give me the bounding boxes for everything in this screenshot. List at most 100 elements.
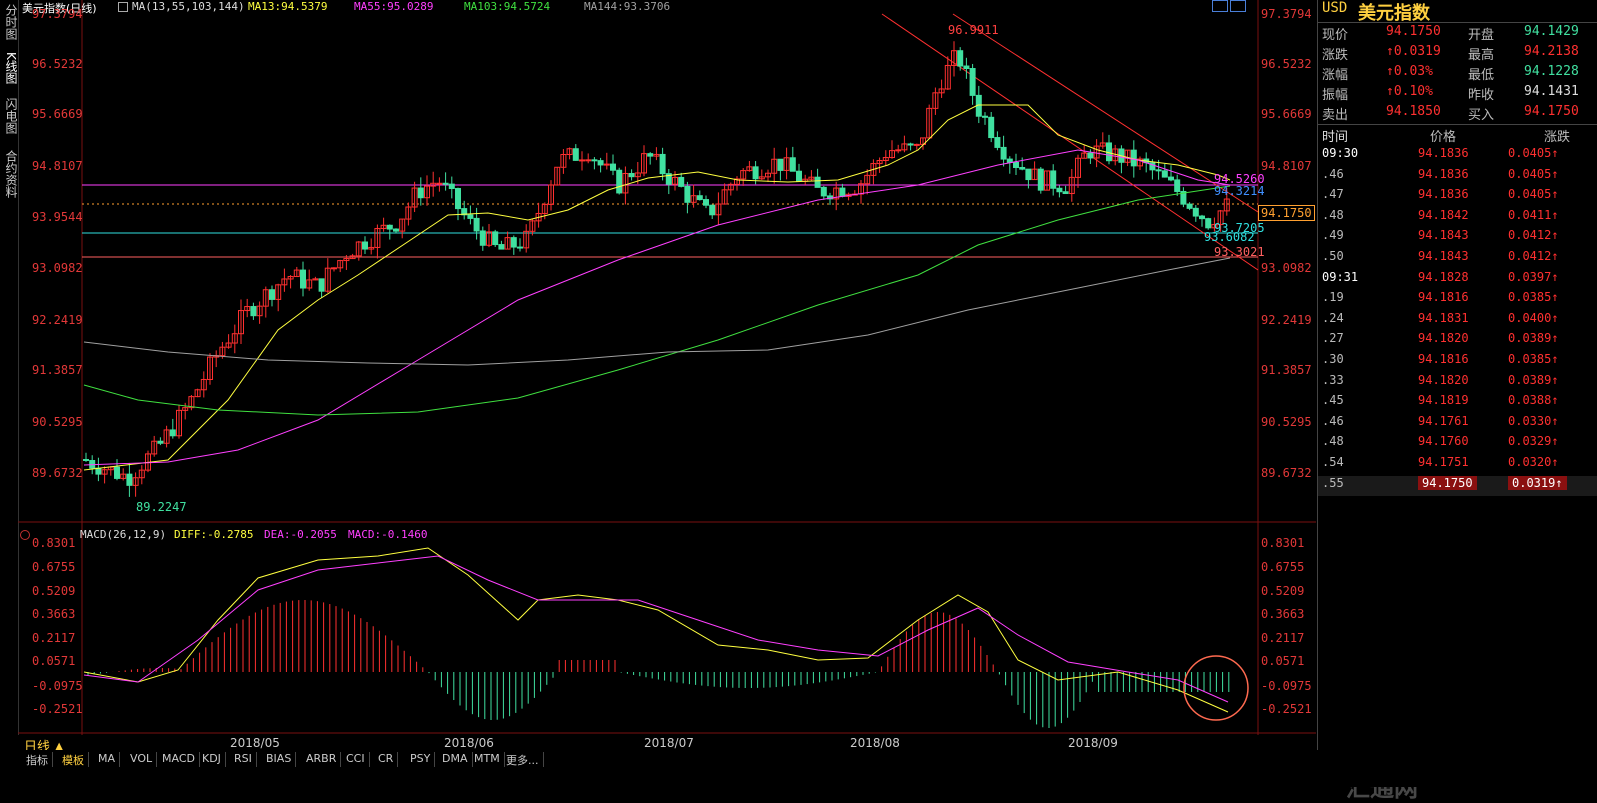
tick-price: 94.1836 [1418,166,1469,181]
tick-time: .45 [1322,393,1344,408]
candle-body [703,199,709,206]
candle-body [647,153,654,157]
chart-canvas[interactable] [18,0,1316,735]
indicator-tab[interactable]: CR [374,752,399,767]
indicator-tab[interactable]: VOL [126,752,158,767]
tab-timeshare[interactable]: 分时图 [1,2,18,42]
tick-change: 0.0412↑ [1508,249,1559,263]
candle-body [752,166,759,180]
kline-chart[interactable]: 美元指数(日线) MA(13,55,103,144) MA13:94.5379 … [18,0,1425,802]
tick-time: .47 [1322,187,1344,202]
tick-header-price: 价格 [1430,130,1457,145]
candle-body [1192,207,1199,217]
settings-box-icon[interactable] [118,2,128,12]
tick-row: .55 94.1750 0.0319↑ [1318,475,1597,496]
indicator-tab[interactable]: ARBR [302,752,342,767]
macd-settings-icon[interactable] [20,530,30,540]
candle-body [331,267,337,270]
candle-body [684,185,691,203]
candle-body [709,204,716,216]
indicator-tab[interactable]: DMA [438,752,473,767]
level-94321-label: 94.3214 [1214,184,1265,198]
current-price-tag: 94.1750 [1258,205,1315,221]
tick-row: .19 94.1816 0.0385↑ [1318,290,1597,310]
macd-axis-label: 0.0571 [32,654,76,668]
x-label-jul: 2018/07 [644,736,694,750]
tick-price: 94.1828 [1418,269,1469,284]
macd-axis-label: 0.2117 [1261,631,1305,645]
candle-body [455,188,461,210]
restore-icon[interactable] [1212,0,1228,12]
indicator-tab[interactable]: KDJ [198,752,226,767]
quote-row: 现价 94.1750 开盘 94.1429 [1318,24,1597,44]
ma103-line [83,185,1231,416]
tick-price: 94.1816 [1418,352,1469,366]
indicator-tab[interactable]: RSI [230,752,257,767]
candle-body [591,159,598,162]
ma144-value: MA144:93.3706 [584,0,671,13]
tab-kline[interactable]: K线图 [1,48,18,88]
price-axis-label: 89.6732 [32,466,83,480]
indicator-tab[interactable]: MACD [158,752,200,767]
indicator-tab[interactable]: BIAS [262,752,297,767]
tick-price: 94.1751 [1418,455,1469,469]
candle-body [1037,168,1044,191]
indicator-tab[interactable]: PSY [406,752,436,767]
macd-axis-label: 0.0571 [1261,654,1305,668]
indicator-tab[interactable]: 指标 [22,752,53,767]
candle-body [492,231,499,246]
candle-body [1087,152,1094,159]
ma13-line [83,104,1231,471]
candle-body [318,278,325,292]
indicator-tab[interactable]: 更多... [502,752,544,767]
ma-params: MA(13,55,103,144) [132,0,245,13]
indicator-tab[interactable]: MTM [470,752,505,767]
maximize-icon[interactable] [1230,0,1246,12]
quote-label: 最高 [1468,48,1495,63]
macd-axis-label: 0.5209 [1261,584,1305,598]
candle-body [988,116,995,139]
tick-change: 0.0329↑ [1508,434,1559,449]
indicator-tab[interactable]: CCI [342,752,370,767]
macd-axis-label: -0.2521 [1261,702,1312,716]
candle-body [839,187,846,197]
macd-axis-label: -0.0975 [32,679,83,693]
candle-body [1174,179,1181,192]
tab-contract-info[interactable]: 合约资料 [1,146,18,202]
tick-row: .54 94.1751 0.0320↑ [1318,455,1597,475]
candle-body [442,182,449,185]
candle-body [678,176,685,187]
macd-axis-label: 0.8301 [32,536,76,550]
indicator-tab[interactable]: MA [94,752,121,767]
macd-axis-label: 0.6755 [32,560,76,574]
candle-body [479,230,486,246]
candle-body [393,228,399,232]
candle-body [616,169,623,194]
tick-price: 94.1842 [1418,207,1469,222]
tick-change: 0.0412↑ [1508,228,1559,243]
indicator-tab[interactable]: 模板 [58,752,89,767]
tick-time: .30 [1322,352,1344,366]
candle-body [417,187,424,199]
tick-row: .50 94.1843 0.0412↑ [1318,249,1597,269]
tick-time: .55 [1322,475,1344,490]
tick-row: .27 94.1820 0.0389↑ [1318,331,1597,351]
tick-price: 94.1750 [1418,475,1477,490]
x-label-jun: 2018/06 [444,736,494,750]
tick-time: .27 [1322,331,1344,346]
price-axis-label: 95.6669 [32,107,83,121]
tick-row: .48 94.1842 0.0411↑ [1318,208,1597,228]
macd-axis-label: 0.2117 [32,631,76,645]
price-axis-label: 96.5232 [1261,57,1312,71]
tick-change: 0.0389↑ [1508,372,1559,387]
left-tab-bar: 分时图 K线图 闪电图 合约资料 [0,0,19,735]
candle-body [610,163,616,171]
candle-body [820,186,827,197]
candle-body [814,176,821,188]
price-axis-label: 97.3794 [1261,7,1312,21]
price-axis-label: 93.0982 [1261,261,1312,275]
tab-flash[interactable]: 闪电图 [1,96,18,136]
x-label-may: 2018/05 [230,736,280,750]
tick-row: .48 94.1760 0.0329↑ [1318,434,1597,454]
tick-row: 09:30 94.1836 0.0405↑ [1318,146,1597,166]
